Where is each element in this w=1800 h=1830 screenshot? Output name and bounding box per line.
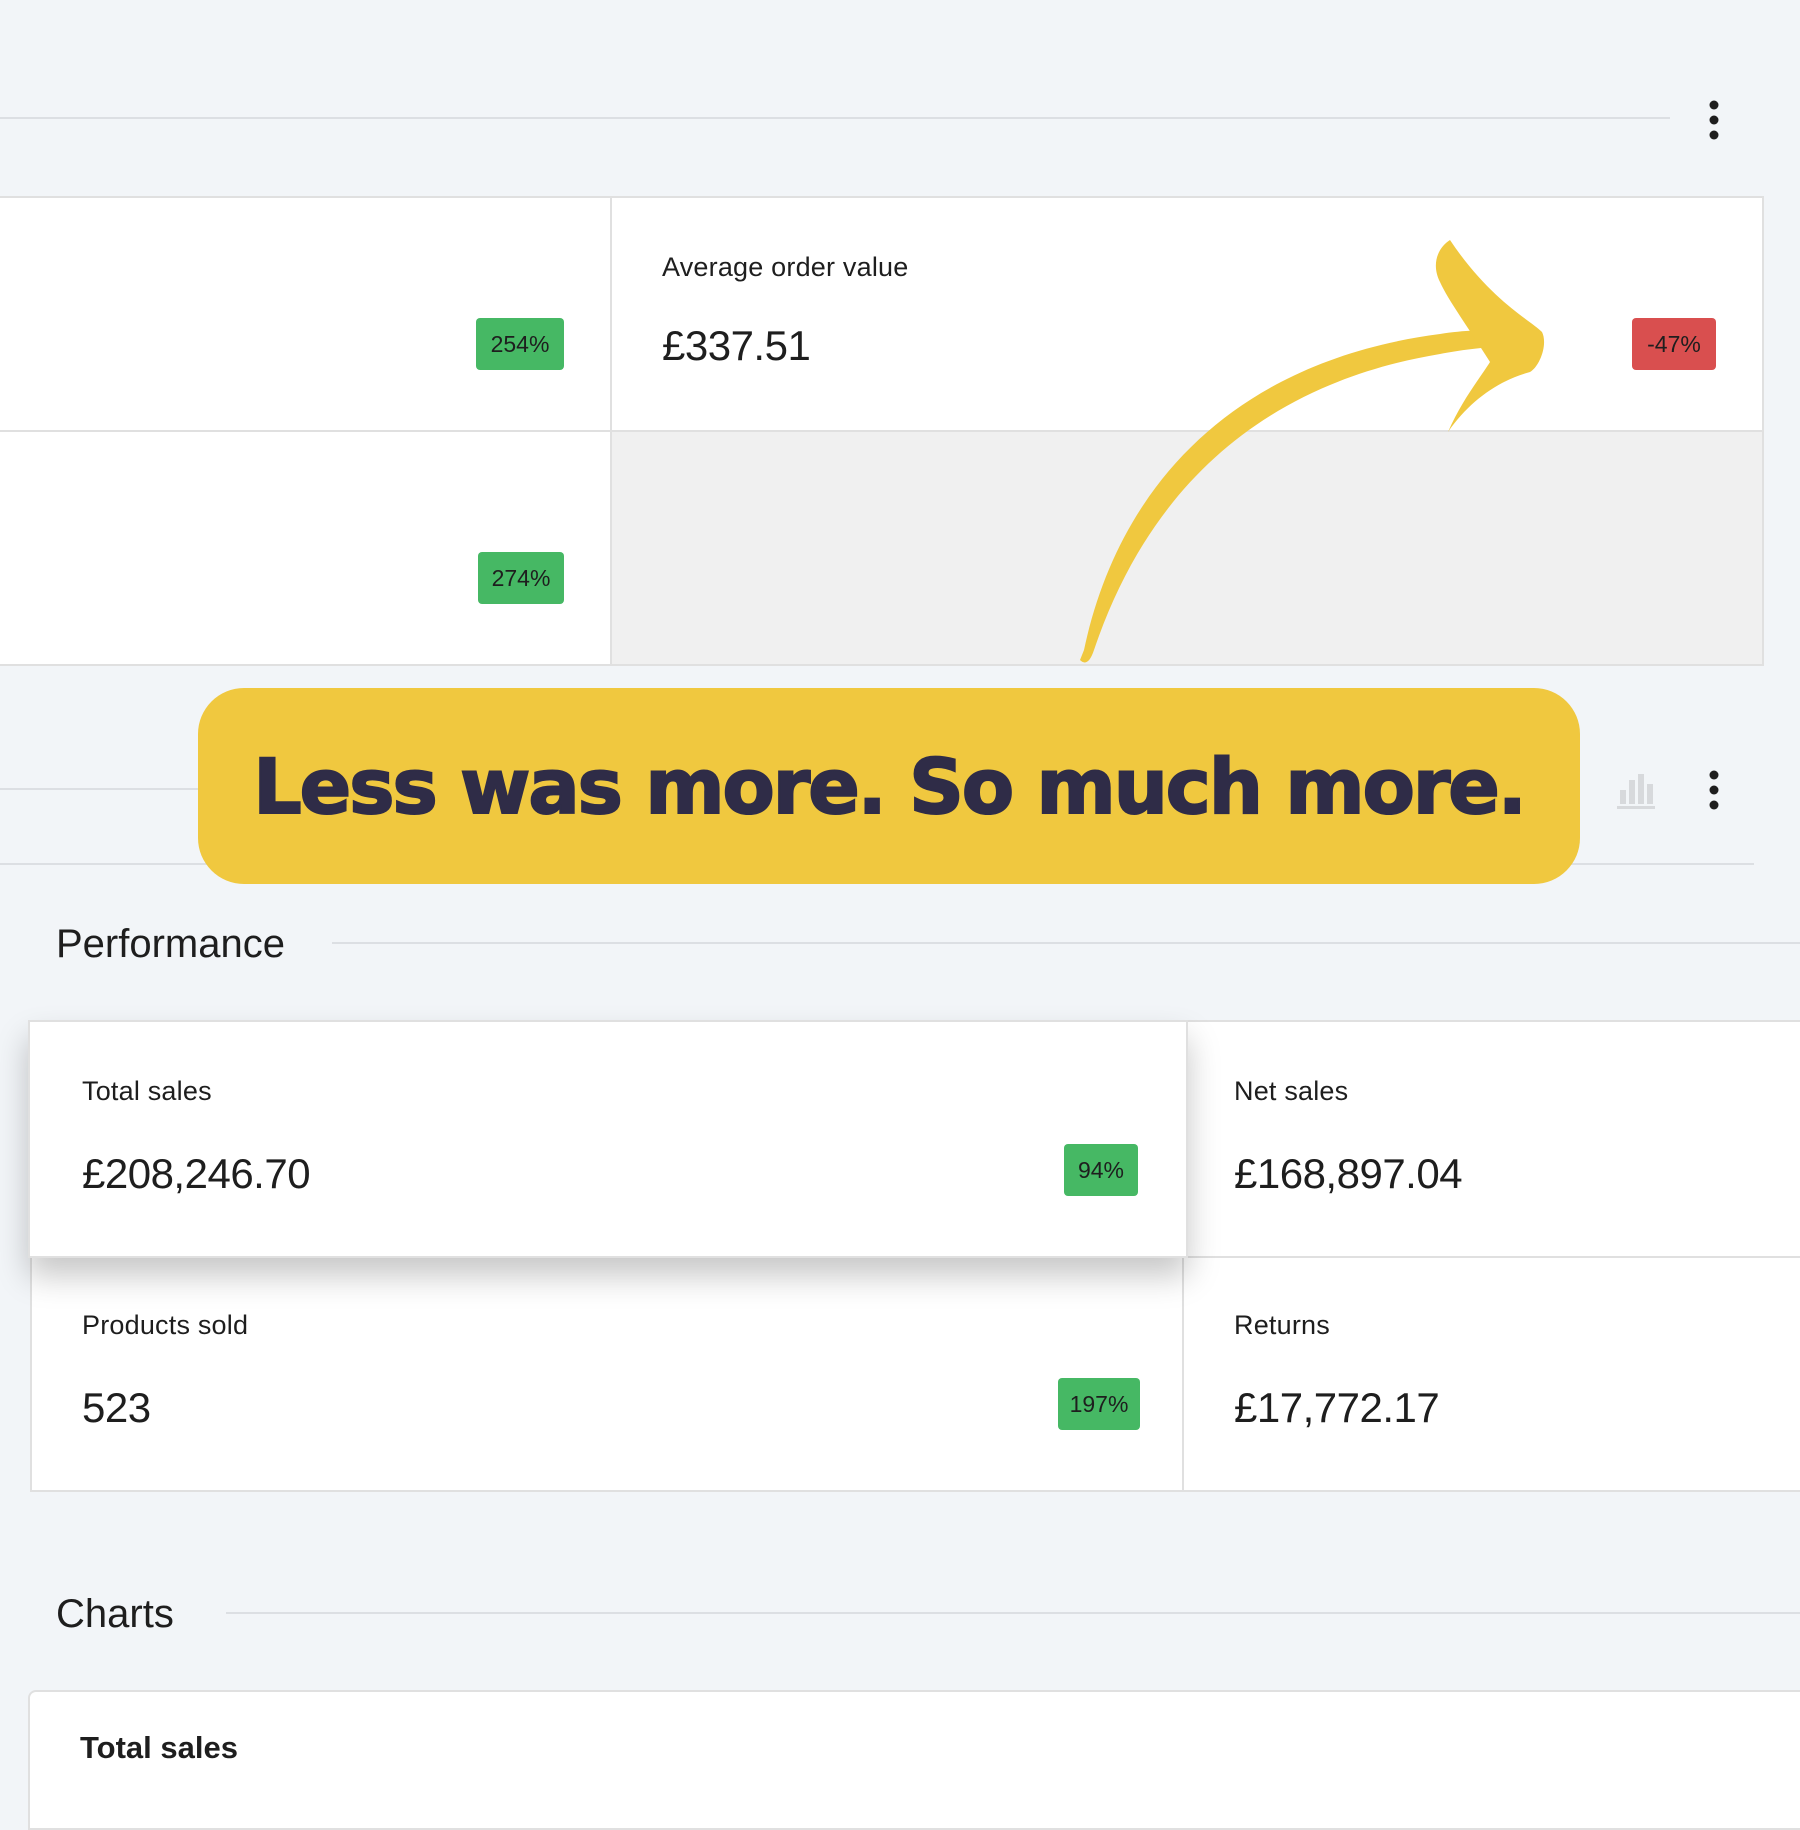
change-badge: 274%	[478, 552, 564, 604]
top-divider	[0, 117, 1670, 119]
total-sales-card[interactable]: Total sales £208,246.70 94%	[28, 1020, 1188, 1258]
card-label: Total sales	[82, 1076, 212, 1106]
more-vertical-icon[interactable]	[1692, 92, 1736, 148]
section-divider	[226, 1612, 1800, 1614]
section-title-performance: Performance	[56, 922, 285, 966]
summary-cell-left-top[interactable]: 254%	[0, 196, 612, 432]
net-sales-card[interactable]: Net sales £168,897.04	[1182, 1020, 1800, 1258]
section-title-charts: Charts	[56, 1592, 174, 1636]
card-label: Products sold	[82, 1310, 249, 1340]
section-divider	[332, 942, 1800, 944]
card-value: 523	[82, 1384, 151, 1431]
chart-title: Total sales	[80, 1730, 238, 1765]
card-label: Average order value	[662, 252, 909, 282]
products-sold-card[interactable]: Products sold 523 197%	[30, 1256, 1184, 1492]
returns-card[interactable]: Returns £17,772.17	[1182, 1256, 1800, 1492]
card-value: £17,772.17	[1234, 1384, 1440, 1431]
empty-cell	[610, 430, 1764, 666]
card-label: Net sales	[1234, 1076, 1349, 1106]
card-value: £337.51	[662, 322, 811, 369]
card-value: £168,897.04	[1234, 1150, 1463, 1197]
average-order-value-card[interactable]: Average order value £337.51 -47%	[610, 196, 1764, 432]
change-badge: 94%	[1064, 1144, 1138, 1196]
change-badge: 254%	[476, 318, 564, 370]
change-badge: 197%	[1058, 1378, 1140, 1430]
total-sales-chart-card[interactable]: Total sales	[28, 1690, 1800, 1830]
card-value: £208,246.70	[82, 1150, 311, 1197]
toolbar-divider-left	[0, 788, 200, 790]
summary-cell-left-bottom[interactable]: 274%	[0, 430, 612, 666]
callout-text: Less was more. So much more.	[252, 741, 1527, 832]
bar-chart-icon[interactable]	[1614, 768, 1656, 810]
change-badge: -47%	[1632, 318, 1716, 370]
callout-banner: Less was more. So much more.	[198, 688, 1580, 884]
more-vertical-icon[interactable]	[1692, 762, 1736, 818]
card-label: Returns	[1234, 1310, 1330, 1340]
